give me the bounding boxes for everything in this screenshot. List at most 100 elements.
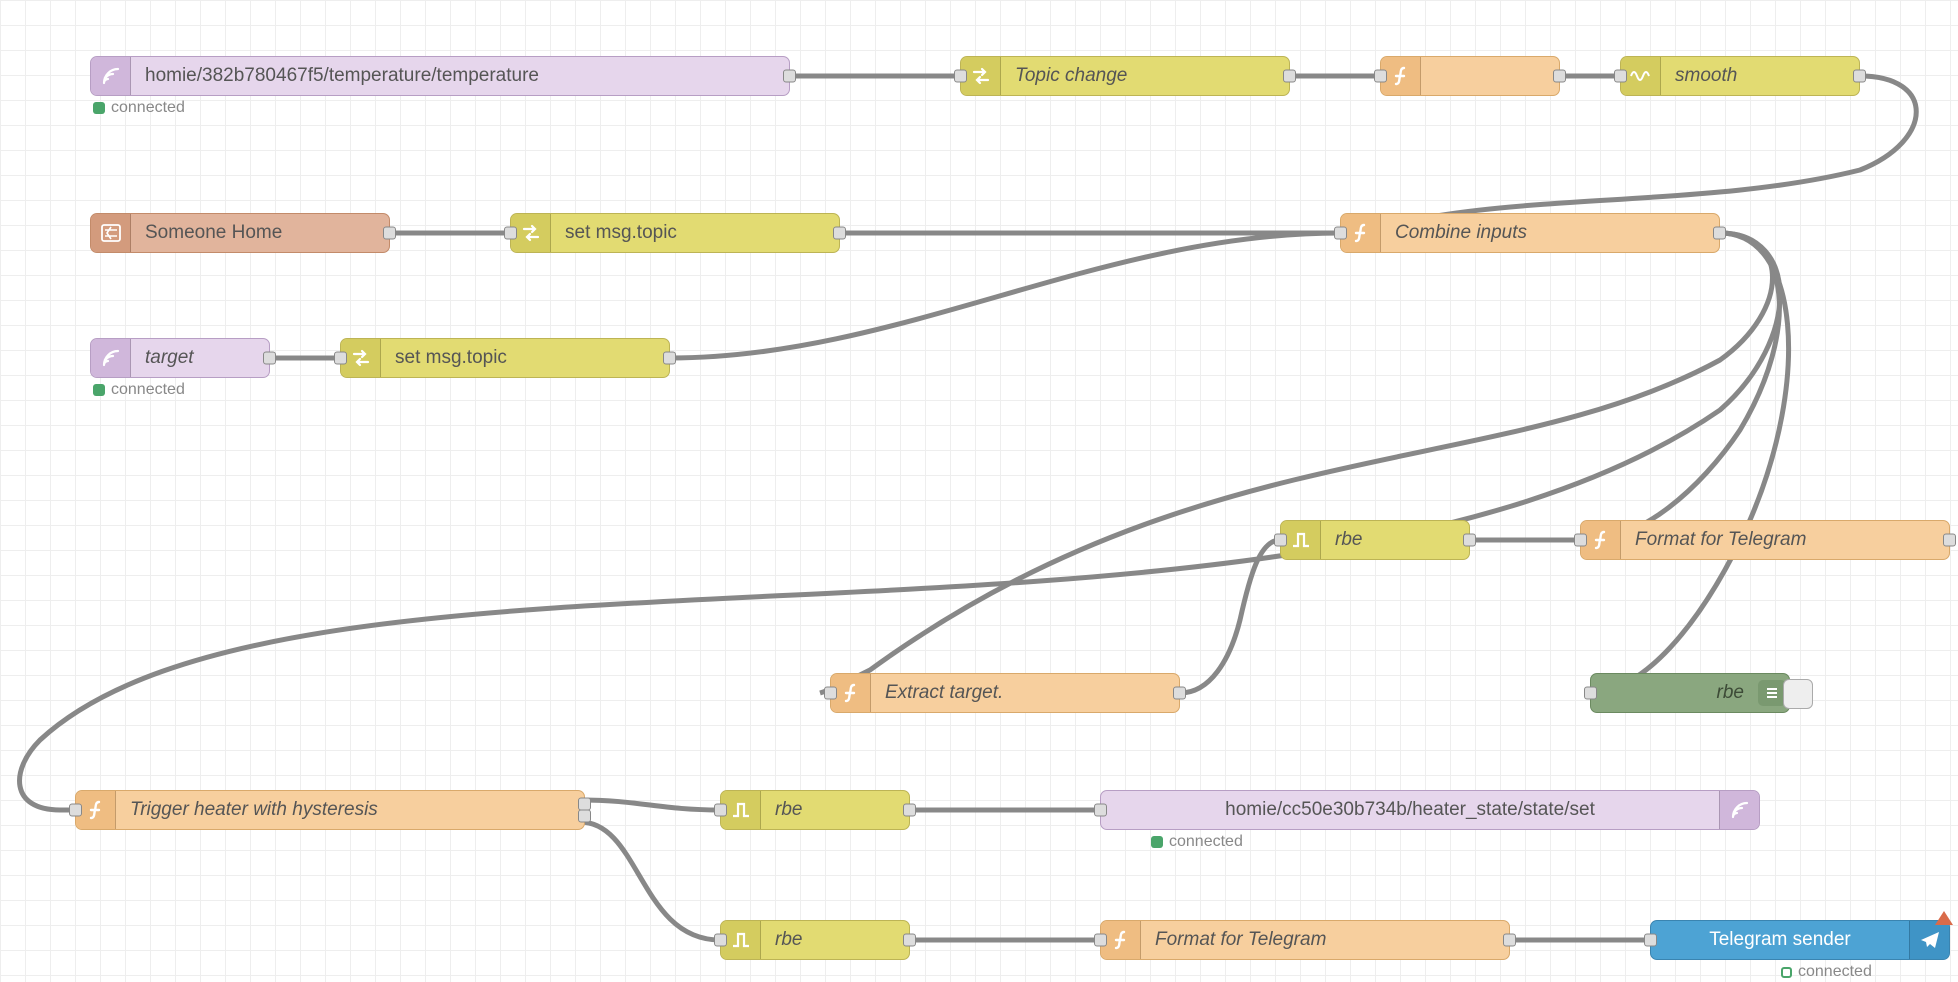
port-in[interactable] — [824, 687, 837, 700]
node-label: set msg.topic — [381, 347, 669, 369]
node-status: connected — [93, 99, 185, 117]
port-out[interactable] — [663, 352, 676, 365]
port-out[interactable] — [903, 804, 916, 817]
node-trigger-heater[interactable]: Trigger heater with hysteresis — [75, 790, 585, 830]
telegram-icon — [1909, 921, 1949, 959]
port-out[interactable] — [1283, 70, 1296, 83]
port-out[interactable] — [1463, 534, 1476, 547]
function-icon — [1101, 921, 1141, 959]
node-rbe-2[interactable]: rbe — [720, 790, 910, 830]
status-text: connected — [1169, 833, 1243, 851]
node-someone-home[interactable]: Someone Home — [90, 213, 390, 253]
node-label: rbe — [761, 929, 909, 951]
port-in[interactable] — [714, 934, 727, 947]
change-icon — [961, 57, 1001, 95]
status-dot — [1151, 836, 1163, 848]
node-label: Combine inputs — [1381, 222, 1719, 244]
node-extract-target[interactable]: Extract target. — [830, 673, 1180, 713]
port-in[interactable] — [69, 804, 82, 817]
status-dot — [93, 384, 105, 396]
mqtt-icon — [91, 339, 131, 377]
port-in[interactable] — [334, 352, 347, 365]
node-set-msg-topic-1[interactable]: set msg.topic — [510, 213, 840, 253]
node-mqtt-out-heater[interactable]: homie/cc50e30b734b/heater_state/state/se… — [1100, 790, 1760, 830]
node-status: connected — [93, 381, 185, 399]
node-label: rbe — [761, 799, 909, 821]
status-dot — [1781, 967, 1792, 978]
node-format-telegram-2[interactable]: Format for Telegram — [1100, 920, 1510, 960]
port-in[interactable] — [1614, 70, 1627, 83]
node-label: Extract target. — [871, 682, 1179, 704]
rbe-icon — [721, 791, 761, 829]
node-label: rbe — [1321, 529, 1469, 551]
debug-toggle-button[interactable] — [1783, 679, 1813, 709]
node-label: smooth — [1661, 65, 1859, 87]
port-out[interactable] — [833, 227, 846, 240]
node-label: set msg.topic — [551, 222, 839, 244]
function-icon — [1381, 57, 1421, 95]
port-out[interactable] — [1943, 534, 1956, 547]
node-status: connected — [1151, 833, 1243, 851]
node-function-blank[interactable] — [1380, 56, 1560, 96]
node-rbe-3[interactable]: rbe — [720, 920, 910, 960]
node-label: target — [131, 347, 269, 369]
node-combine-inputs[interactable]: Combine inputs — [1340, 213, 1720, 253]
change-icon — [511, 214, 551, 252]
mqtt-icon — [1719, 791, 1759, 829]
port-out[interactable] — [1503, 934, 1516, 947]
node-mqtt-in-temperature[interactable]: homie/382b780467f5/temperature/temperatu… — [90, 56, 790, 96]
node-label: rbe — [1591, 682, 1758, 704]
link-in-icon — [91, 214, 131, 252]
port-in[interactable] — [1094, 804, 1107, 817]
port-in[interactable] — [1334, 227, 1347, 240]
node-telegram-sender[interactable]: Telegram sender connected — [1650, 920, 1950, 960]
port-in[interactable] — [1644, 934, 1657, 947]
port-out[interactable] — [1713, 227, 1726, 240]
node-smooth[interactable]: smooth — [1620, 56, 1860, 96]
port-out[interactable] — [903, 934, 916, 947]
node-label: Trigger heater with hysteresis — [116, 799, 584, 821]
node-rbe-1[interactable]: rbe — [1280, 520, 1470, 560]
port-out-2[interactable] — [578, 810, 591, 823]
node-topic-change[interactable]: Topic change — [960, 56, 1290, 96]
status-text: connected — [1798, 963, 1872, 981]
port-in[interactable] — [954, 70, 967, 83]
function-icon — [1341, 214, 1381, 252]
function-icon — [1581, 521, 1621, 559]
port-out[interactable] — [783, 70, 796, 83]
rbe-icon — [721, 921, 761, 959]
port-out-1[interactable] — [578, 797, 591, 810]
function-icon — [76, 791, 116, 829]
node-label: homie/cc50e30b734b/heater_state/state/se… — [1101, 799, 1719, 821]
node-label: Telegram sender — [1651, 929, 1909, 951]
port-in[interactable] — [504, 227, 517, 240]
node-label: Format for Telegram — [1621, 529, 1949, 551]
node-format-telegram-1[interactable]: Format for Telegram — [1580, 520, 1950, 560]
node-label: Someone Home — [131, 222, 389, 244]
port-in[interactable] — [1094, 934, 1107, 947]
port-in[interactable] — [1374, 70, 1387, 83]
mqtt-icon — [91, 57, 131, 95]
canvas-grid — [0, 0, 1958, 982]
node-label: homie/382b780467f5/temperature/temperatu… — [131, 65, 789, 87]
port-out[interactable] — [1173, 687, 1186, 700]
change-icon — [341, 339, 381, 377]
node-label: Format for Telegram — [1141, 929, 1509, 951]
port-out[interactable] — [383, 227, 396, 240]
node-status: connected — [1781, 963, 1872, 981]
node-debug-rbe[interactable]: rbe — [1590, 673, 1790, 713]
node-set-msg-topic-2[interactable]: set msg.topic — [340, 338, 670, 378]
port-in[interactable] — [1274, 534, 1287, 547]
function-icon — [831, 674, 871, 712]
status-text: connected — [111, 381, 185, 399]
debug-bars-icon — [1758, 680, 1786, 706]
port-in[interactable] — [714, 804, 727, 817]
port-out[interactable] — [1553, 70, 1566, 83]
rbe-icon — [1281, 521, 1321, 559]
node-mqtt-in-target[interactable]: target connected — [90, 338, 270, 378]
port-out[interactable] — [1853, 70, 1866, 83]
port-in[interactable] — [1574, 534, 1587, 547]
port-in[interactable] — [1584, 687, 1597, 700]
port-out[interactable] — [263, 352, 276, 365]
smooth-icon — [1621, 57, 1661, 95]
